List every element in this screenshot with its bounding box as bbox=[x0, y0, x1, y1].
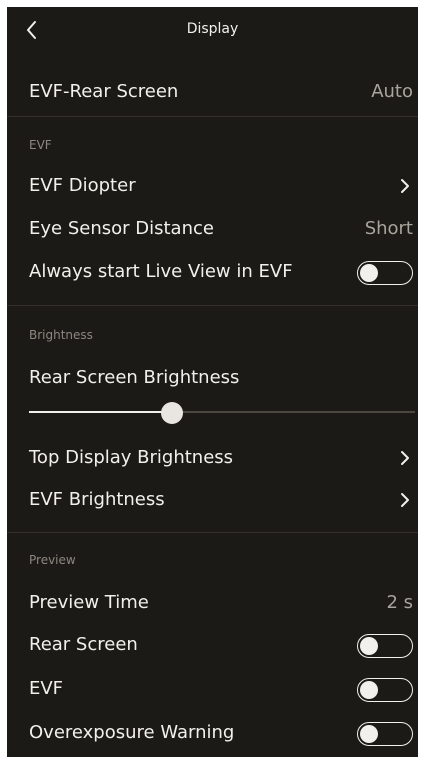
section-header-evf: EVF bbox=[29, 138, 52, 152]
rear-screen-toggle[interactable] bbox=[357, 634, 413, 658]
header: Display bbox=[7, 7, 418, 52]
rear-screen-label: Rear Screen bbox=[29, 634, 138, 655]
eye-sensor-distance-value: Short bbox=[364, 218, 413, 239]
top-display-brightness-label: Top Display Brightness bbox=[29, 447, 234, 468]
always-start-live-view-row: Always start Live View in EVF bbox=[29, 255, 413, 289]
evf-rear-screen-label: EVF-Rear Screen bbox=[29, 81, 179, 102]
chevron-right-icon bbox=[401, 493, 409, 507]
eye-sensor-distance-row[interactable]: Eye Sensor Distance Short bbox=[29, 212, 413, 246]
divider bbox=[7, 305, 418, 306]
toggle-knob bbox=[360, 636, 378, 655]
chevron-right-icon bbox=[401, 179, 409, 193]
eye-sensor-distance-label: Eye Sensor Distance bbox=[29, 218, 214, 239]
top-display-brightness-row[interactable]: Top Display Brightness bbox=[29, 441, 413, 475]
preview-time-label: Preview Time bbox=[29, 592, 149, 613]
preview-time-value: 2 s bbox=[386, 592, 413, 613]
divider bbox=[7, 532, 418, 533]
display-settings-screen: Display EVF-Rear Screen Auto EVF EVF Dio… bbox=[7, 7, 418, 757]
evf-rear-screen-value: Auto bbox=[371, 81, 413, 102]
slider-thumb[interactable] bbox=[160, 402, 183, 424]
preview-time-row[interactable]: Preview Time 2 s bbox=[29, 586, 413, 620]
evf-diopter-label: EVF Diopter bbox=[29, 175, 136, 196]
toggle-knob bbox=[360, 263, 378, 282]
chevron-right-icon bbox=[401, 451, 409, 465]
always-start-live-view-toggle[interactable] bbox=[357, 261, 413, 285]
overexposure-warning-toggle[interactable] bbox=[357, 722, 413, 746]
toggle-knob bbox=[360, 680, 378, 699]
rear-screen-row: Rear Screen bbox=[29, 628, 413, 662]
rear-screen-brightness-label: Rear Screen Brightness bbox=[29, 367, 240, 388]
overexposure-warning-label: Overexposure Warning bbox=[29, 722, 235, 743]
rear-screen-brightness-slider[interactable] bbox=[29, 402, 415, 424]
evf-brightness-label: EVF Brightness bbox=[29, 489, 165, 510]
overexposure-warning-row: Overexposure Warning bbox=[29, 716, 413, 750]
section-header-brightness: Brightness bbox=[29, 328, 93, 342]
divider bbox=[7, 116, 418, 117]
always-start-live-view-label: Always start Live View in EVF bbox=[29, 261, 293, 282]
evf-brightness-row[interactable]: EVF Brightness bbox=[29, 483, 413, 517]
evf-diopter-row[interactable]: EVF Diopter bbox=[29, 169, 413, 203]
evf-preview-toggle[interactable] bbox=[357, 678, 413, 702]
evf-preview-label: EVF bbox=[29, 678, 64, 699]
evf-rear-screen-row[interactable]: EVF-Rear Screen Auto bbox=[29, 75, 413, 109]
page-title: Display bbox=[186, 21, 239, 37]
evf-preview-row: EVF bbox=[29, 672, 413, 706]
section-header-preview: Preview bbox=[29, 553, 76, 567]
slider-fill bbox=[29, 411, 172, 413]
toggle-knob bbox=[360, 724, 378, 743]
rear-screen-brightness-row: Rear Screen Brightness bbox=[29, 361, 413, 395]
